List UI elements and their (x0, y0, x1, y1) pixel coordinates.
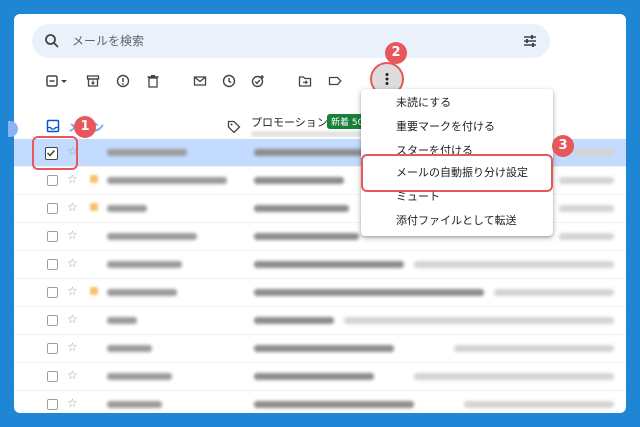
row-checkbox[interactable] (47, 287, 58, 298)
row-checkbox[interactable] (47, 259, 58, 270)
row-snippet (344, 317, 614, 324)
row-snippet (494, 289, 614, 296)
row-sender (107, 345, 152, 352)
menu-item-mark-important[interactable]: 重要マークを付ける (361, 115, 553, 139)
search-icon[interactable] (44, 33, 60, 53)
select-checkbox-icon[interactable] (46, 70, 68, 92)
row-subject (254, 261, 404, 268)
row-checkbox[interactable] (47, 315, 58, 326)
row-subject (254, 289, 484, 296)
important-marker-icon[interactable] (90, 175, 98, 183)
menu-item-mute[interactable]: ミュート (361, 185, 553, 209)
row-sender (107, 401, 162, 408)
row-sender (107, 177, 227, 184)
table-row[interactable]: ☆ (14, 279, 626, 307)
row-subject (254, 317, 334, 324)
important-marker-icon[interactable] (90, 287, 98, 295)
table-row[interactable]: ☆ (14, 391, 626, 413)
move-to-icon[interactable] (294, 70, 316, 92)
delete-icon[interactable] (142, 70, 164, 92)
row-sender (107, 373, 172, 380)
star-icon[interactable]: ☆ (67, 172, 78, 186)
row-subject (254, 233, 359, 240)
step-marker-2: 2 (385, 42, 407, 64)
star-icon[interactable]: ☆ (67, 340, 78, 354)
table-row[interactable]: ☆ (14, 335, 626, 363)
row-snippet (414, 373, 614, 380)
inbox-icon (46, 118, 60, 137)
filter-options-icon[interactable] (522, 33, 538, 53)
row-snippet (574, 149, 614, 156)
star-icon[interactable]: ☆ (67, 284, 78, 298)
row-snippet (454, 345, 614, 352)
row-snippet (464, 401, 614, 408)
menu-item-filter-messages[interactable]: メールの自動振り分け設定 (361, 161, 553, 185)
more-vertical-icon (385, 73, 389, 85)
tab-promotions-preview (251, 131, 371, 137)
mark-as-read-icon[interactable] (189, 70, 211, 92)
menu-item-mark-unread[interactable]: 未読にする (361, 91, 553, 115)
row-checkbox[interactable] (47, 399, 58, 410)
row-checkbox[interactable] (47, 175, 58, 186)
search-placeholder[interactable]: メールを検索 (72, 32, 144, 49)
row-checkbox[interactable] (47, 231, 58, 242)
search-bar[interactable]: メールを検索 (32, 24, 550, 58)
row-sender (107, 149, 187, 156)
row-checkbox[interactable] (47, 203, 58, 214)
row-checkbox[interactable] (47, 343, 58, 354)
snooze-icon[interactable] (218, 70, 240, 92)
row-sender (107, 261, 182, 268)
table-row[interactable]: ☆ (14, 251, 626, 279)
row-snippet (559, 233, 614, 240)
more-options-menu: 未読にする 重要マークを付ける スターを付ける メールの自動振り分け設定 ミュー… (361, 89, 553, 236)
star-icon[interactable]: ☆ (67, 312, 78, 326)
row-subject (254, 177, 344, 184)
star-icon[interactable]: ☆ (67, 396, 78, 410)
row-subject (254, 205, 349, 212)
tab-promotions-label: プロモーション (251, 116, 328, 129)
row-snippet (559, 205, 614, 212)
row-subject (254, 373, 374, 380)
add-to-tasks-icon[interactable] (247, 70, 269, 92)
row-checkbox[interactable] (47, 371, 58, 382)
row-sender (107, 233, 197, 240)
star-icon[interactable]: ☆ (67, 200, 78, 214)
row-snippet (414, 261, 614, 268)
row-subject (254, 401, 414, 408)
star-icon[interactable]: ☆ (67, 256, 78, 270)
checked-checkbox-icon[interactable] (45, 147, 58, 160)
table-row[interactable]: ☆ (14, 363, 626, 391)
table-row[interactable]: ☆ (14, 307, 626, 335)
star-icon[interactable]: ☆ (67, 228, 78, 242)
gmail-window: メールを検索 プロモーション 新着 50 ☆ ☆ ☆ ☆ ☆ ☆ ☆ ☆ ☆ ☆… (14, 14, 626, 413)
step-marker-3: 3 (552, 135, 574, 157)
step-marker-1: 1 (74, 116, 96, 138)
tag-icon (227, 119, 241, 138)
row-sender (107, 289, 177, 296)
report-spam-icon[interactable] (112, 70, 134, 92)
row-snippet (559, 177, 614, 184)
menu-item-forward-as-attachment[interactable]: 添付ファイルとして転送 (361, 209, 553, 233)
row-subject (254, 345, 394, 352)
row-subject (254, 149, 364, 156)
label-icon[interactable] (324, 70, 346, 92)
row-sender (107, 317, 137, 324)
row-sender (107, 205, 147, 212)
archive-icon[interactable] (82, 70, 104, 92)
star-icon[interactable]: ☆ (67, 368, 78, 382)
important-marker-icon[interactable] (90, 203, 98, 211)
